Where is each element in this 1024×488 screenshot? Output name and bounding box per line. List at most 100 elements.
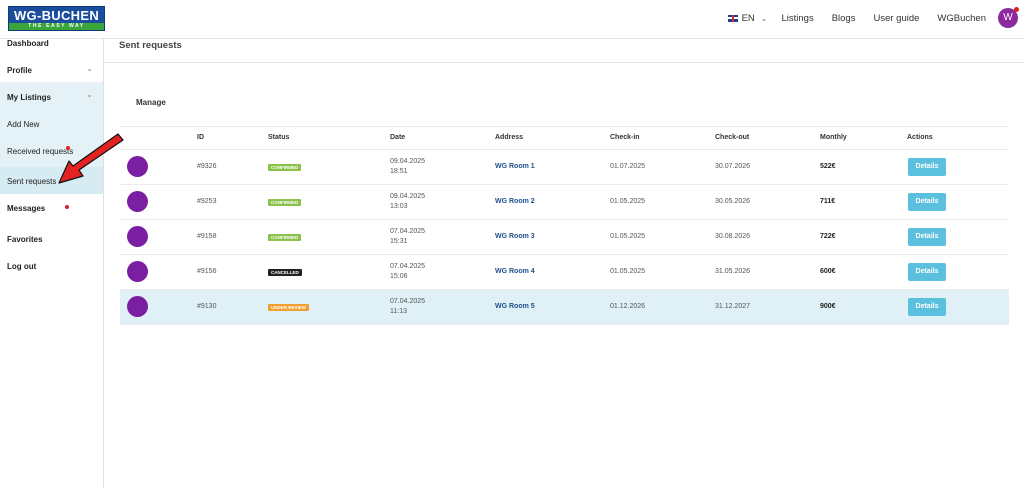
chevron-down-icon: ⌄ [760, 13, 768, 23]
address-link[interactable]: WG Room 1 [495, 163, 535, 170]
column-header-check-out: Check-out [715, 134, 750, 141]
red-arrow-annotation [58, 133, 124, 184]
top-bar: WG-BUCHEN THE EASY WAY EN ⌄ Listings Blo… [0, 0, 1024, 39]
check-in-date: 01.05.2025 [610, 198, 646, 205]
divider [104, 62, 1024, 63]
avatar-initial: W [1003, 12, 1013, 23]
sidebar-item-favorites[interactable]: Favorites [0, 225, 103, 252]
request-date-day: 07.04.2025 [390, 298, 426, 305]
request-date-time: 11:13 [390, 308, 407, 315]
monthly-rent: 600€ [820, 268, 836, 275]
address-link[interactable]: WG Room 2 [495, 198, 535, 205]
column-header-status: Status [268, 134, 290, 141]
sidebar-item-label: Log out [7, 262, 37, 271]
monthly-rent: 711€ [820, 198, 836, 205]
wg-buchen-logo[interactable]: WG-BUCHEN THE EASY WAY [8, 6, 105, 31]
status-badge: CONFIRMED [268, 199, 302, 206]
column-header-id: ID [197, 134, 204, 141]
request-id: #9253 [197, 198, 217, 205]
status-badge: CONFIRMED [268, 234, 302, 241]
request-date: 07.04.2025 15:06 [390, 262, 425, 282]
check-in-date: 01.05.2025 [610, 268, 646, 275]
request-date: 07.04.2025 15:31 [390, 227, 425, 247]
language-label: EN [741, 12, 755, 24]
monthly-rent: 900€ [820, 303, 836, 310]
check-in-date: 01.07.2025 [610, 163, 646, 170]
nav-link-wgbuchen[interactable]: WGBuchen [937, 13, 986, 24]
sidebar-item-profile[interactable]: Profile ⌄ [0, 56, 103, 83]
table-header: ID Status Date Address Check-in Check-ou… [120, 126, 1009, 150]
sidebar-item-label: Messages [7, 204, 46, 213]
nav-link-listings[interactable]: Listings [781, 13, 813, 24]
table-row: #9130 UNDER REVIEW 07.04.2025 11:13 WG Room … [120, 290, 1009, 325]
section-title: Manage [136, 98, 166, 107]
request-date-time: 18:51 [390, 168, 408, 175]
listing-avatar [127, 296, 148, 317]
notification-dot [65, 205, 69, 209]
user-avatar[interactable]: W [998, 7, 1019, 28]
check-out-date: 31.12.2027 [715, 303, 751, 310]
check-in-date: 01.05.2025 [610, 233, 646, 240]
details-button[interactable]: Details [908, 228, 946, 246]
request-id: #9158 [197, 233, 217, 240]
check-out-date: 31.05.2026 [715, 268, 751, 275]
request-date-time: 13:03 [390, 203, 408, 210]
details-button[interactable]: Details [908, 158, 946, 176]
details-button[interactable]: Details [908, 263, 946, 281]
sidebar-item-label: Sent requests [7, 177, 57, 186]
request-id: #9156 [197, 268, 217, 275]
sidebar-item-label: Favorites [7, 235, 43, 244]
nav-link-blogs[interactable]: Blogs [832, 13, 856, 24]
request-date: 09.04.2025 13:03 [390, 192, 425, 212]
sidebar-item-label: Dashboard [7, 39, 49, 48]
column-header-actions: Actions [907, 134, 933, 141]
uk-flag-icon [727, 14, 738, 22]
logo-title: WG-BUCHEN [13, 8, 100, 23]
check-in-date: 01.12.2026 [610, 303, 646, 310]
column-header-address: Address [495, 134, 524, 141]
monthly-rent: 722€ [820, 233, 836, 240]
request-date-day: 09.04.2025 [390, 158, 426, 165]
sidebar-item-label: Add New [7, 120, 40, 129]
nav-link-user-guide[interactable]: User guide [873, 13, 919, 24]
logo-tagline: THE EASY WAY [9, 23, 104, 30]
table-row: #9253 CONFIRMED 09.04.2025 13:03 WG Room 2 01… [120, 185, 1009, 220]
listing-avatar [127, 156, 148, 177]
table-row: #9326 CONFIRMED 09.04.2025 18:51 WG Room 1 01… [120, 150, 1009, 185]
listing-avatar [127, 226, 148, 247]
notification-dot [1014, 7, 1019, 12]
sidebar-item-messages[interactable]: Messages [0, 194, 103, 221]
language-selector[interactable]: EN ⌄ [727, 12, 768, 24]
address-link[interactable]: WG Room 4 [495, 268, 535, 275]
column-header-date: Date [390, 134, 406, 141]
address-link[interactable]: WG Room 5 [495, 303, 535, 310]
request-date: 09.04.2025 18:51 [390, 157, 425, 177]
column-header-monthly: Monthly [820, 134, 847, 141]
details-button[interactable]: Details [908, 298, 946, 316]
request-date-time: 15:06 [390, 273, 408, 280]
address-link[interactable]: WG Room 3 [495, 233, 535, 240]
chevron-down-icon: ⌄ [86, 64, 93, 73]
request-date: 07.04.2025 11:13 [390, 297, 425, 317]
sidebar-item-my-listings[interactable]: My Listings ⌄ [0, 83, 103, 110]
request-id: #9130 [197, 303, 217, 310]
page-title: Sent requests [119, 40, 182, 51]
check-out-date: 30.07.2026 [715, 163, 751, 170]
check-out-date: 30.05.2026 [715, 198, 751, 205]
check-out-date: 30.08.2026 [715, 233, 751, 240]
listing-avatar [127, 191, 148, 212]
status-badge: CONFIRMED [268, 164, 302, 171]
table-row: #9156 CANCELLED 07.04.2025 15:06 WG Room 4 01… [120, 255, 1009, 290]
chevron-down-icon: ⌄ [86, 90, 93, 99]
sidebar-item-label: My Listings [7, 93, 52, 102]
sidebar-item-label: Profile [7, 66, 32, 75]
sidebar: Dashboard Profile ⌄ My Listings ⌄ Add Ne… [0, 30, 104, 488]
details-button[interactable]: Details [908, 193, 946, 211]
request-date-time: 15:31 [390, 238, 408, 245]
listing-avatar [127, 261, 148, 282]
status-badge: CANCELLED [268, 269, 302, 276]
table-row: #9158 CONFIRMED 07.04.2025 15:31 WG Room 3 01… [120, 220, 1009, 255]
sidebar-item-log-out[interactable]: Log out [0, 252, 103, 279]
request-date-day: 07.04.2025 [390, 263, 426, 270]
request-id: #9326 [197, 163, 217, 170]
